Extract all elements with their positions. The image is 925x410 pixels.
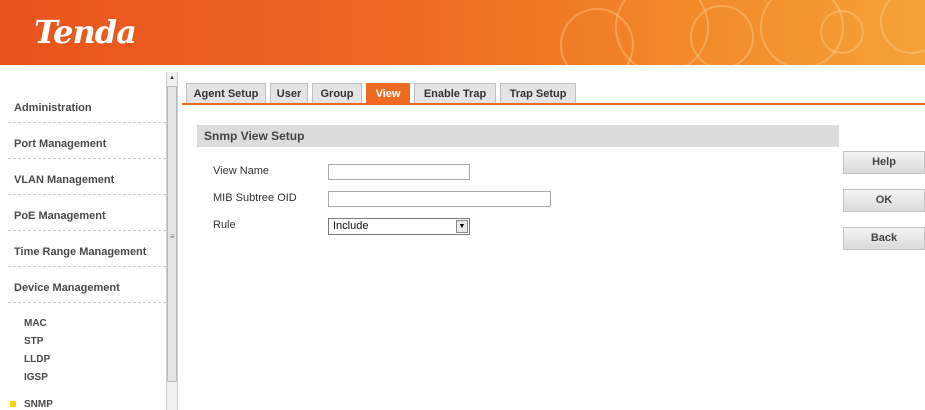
scrollbar-thumb[interactable]: ≡ (167, 86, 177, 382)
sidebar-subitem-mac[interactable]: MAC (24, 318, 47, 329)
tab-user[interactable]: User (270, 83, 308, 103)
sidebar-item-label: Device Management (14, 282, 120, 294)
tab-view[interactable]: View (366, 83, 410, 103)
sidebar-item-label: PoE Management (14, 210, 106, 222)
sidebar-item-administration[interactable]: Administration (8, 86, 166, 123)
decorative-circle (690, 5, 754, 65)
sidebar-item-port-management[interactable]: Port Management (8, 122, 166, 159)
grip-icon: ≡ (170, 232, 175, 241)
sidebar-item-label: Administration (14, 102, 92, 114)
sidebar-subitem-lldp[interactable]: LLDP (24, 354, 50, 365)
selected-marker-icon (10, 401, 16, 407)
sidebar-subitem-igsp[interactable]: IGSP (24, 372, 48, 383)
dropdown-arrow-icon[interactable]: ▼ (456, 220, 468, 233)
sidebar-nav: Administration Port Management VLAN Mana… (8, 72, 166, 410)
decorative-circle (820, 10, 864, 54)
sidebar-item-poe-management[interactable]: PoE Management (8, 194, 166, 231)
view-name-label: View Name (213, 165, 270, 177)
sidebar-item-vlan-management[interactable]: VLAN Management (8, 158, 166, 195)
sidebar-item-label: Time Range Management (14, 246, 147, 258)
decorative-circle (880, 0, 925, 54)
sidebar-subitem-stp[interactable]: STP (24, 336, 43, 347)
sidebar-item-label: VLAN Management (14, 174, 115, 186)
sidebar-scrollbar[interactable]: ▲ ≡ (166, 72, 178, 410)
sidebar-item-label: Port Management (14, 138, 107, 150)
rule-select[interactable]: Include ▼ (328, 218, 470, 235)
mib-subtree-oid-label: MIB Subtree OID (213, 192, 297, 204)
mib-subtree-oid-input[interactable] (328, 191, 551, 207)
tenda-logo[interactable]: Tenda (34, 13, 137, 51)
sidebar-subitem-snmp[interactable]: SNMP (24, 399, 53, 410)
back-button[interactable]: Back (843, 227, 925, 250)
tab-agent-setup[interactable]: Agent Setup (186, 83, 266, 103)
help-button[interactable]: Help (843, 151, 925, 174)
rule-select-value: Include (333, 220, 369, 232)
tab-underline (182, 103, 925, 105)
section-title: Snmp View Setup (197, 125, 839, 147)
sidebar-item-time-range-management[interactable]: Time Range Management (8, 230, 166, 267)
sidebar-item-device-management[interactable]: Device Management (8, 266, 166, 303)
rule-label: Rule (213, 219, 236, 231)
header-banner: Tenda (0, 0, 925, 65)
ok-button[interactable]: OK (843, 189, 925, 212)
view-name-input[interactable] (328, 164, 470, 180)
tab-trap-setup[interactable]: Trap Setup (500, 83, 576, 103)
scroll-up-arrow-icon[interactable]: ▲ (167, 72, 177, 84)
tab-enable-trap[interactable]: Enable Trap (414, 83, 496, 103)
tab-group[interactable]: Group (312, 83, 362, 103)
